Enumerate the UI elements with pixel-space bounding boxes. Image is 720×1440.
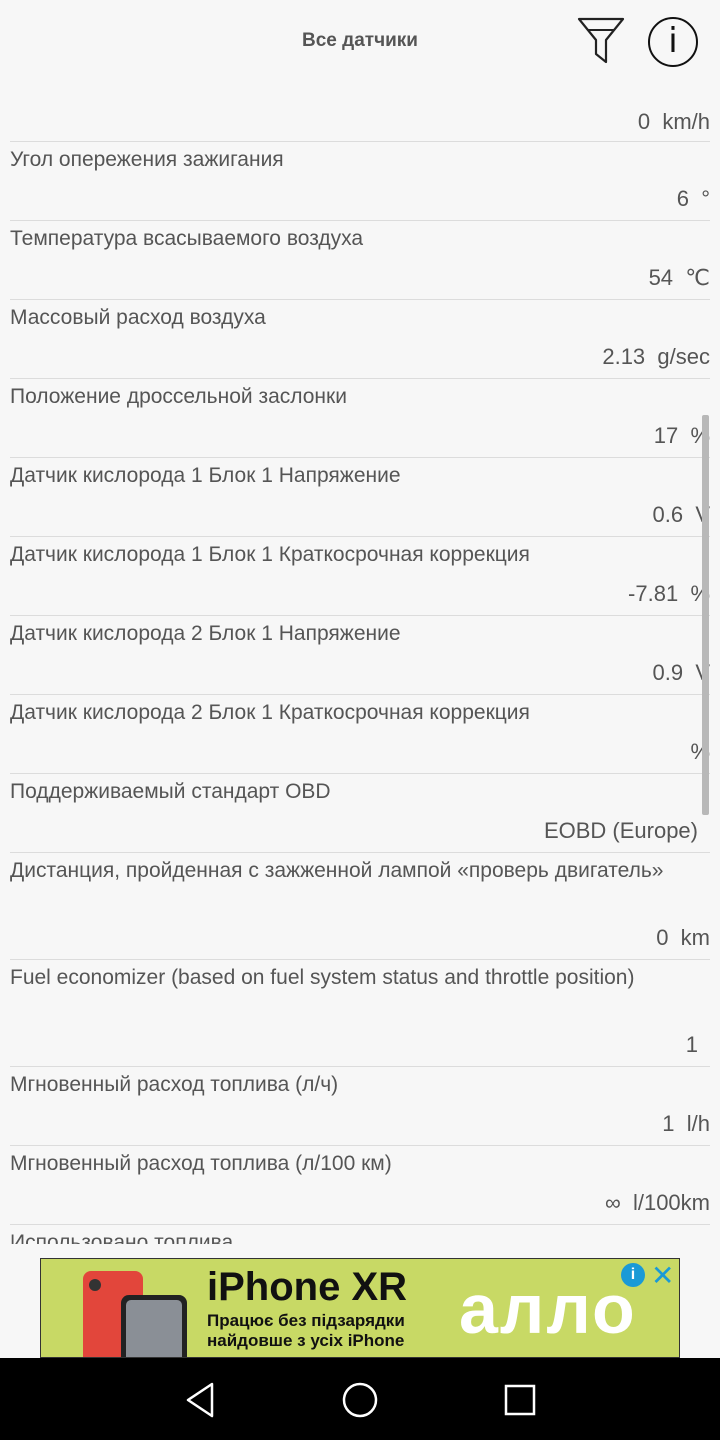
sensor-row[interactable]: Датчик кислорода 1 Блок 1 Напряжение 0.6… <box>10 458 710 537</box>
ad-line-2: найдовше з усіх iPhone <box>207 1331 405 1350</box>
ad-brand-logo: алло <box>459 1270 637 1348</box>
sensor-name: Положение дроссельной заслонки <box>10 385 347 408</box>
scrollbar[interactable] <box>702 415 709 815</box>
sensor-value: 0 km <box>656 925 710 950</box>
sensor-row[interactable]: Мгновенный расход топлива (л/100 км) ∞ l… <box>10 1146 710 1225</box>
sensor-name: Fuel economizer (based on fuel system st… <box>10 966 635 989</box>
sensor-row[interactable]: Положение дроссельной заслонки 17 % <box>10 379 710 458</box>
sensor-name: Датчик кислорода 2 Блок 1 Напряжение <box>10 622 401 645</box>
sensor-list[interactable]: 0 km/h Угол опережения зажигания 6 ° Тем… <box>0 84 720 1244</box>
sensor-value: 2.13 g/sec <box>602 344 710 369</box>
sensor-name: Датчик кислорода 2 Блок 1 Краткосрочная … <box>10 701 530 724</box>
sensor-value: 1 l/h <box>662 1111 710 1136</box>
sensor-value: 1 <box>685 1032 698 1057</box>
sensor-row[interactable]: Угол опережения зажигания 6 ° <box>10 142 710 221</box>
sensor-value: ∞ l/100km <box>605 1190 710 1215</box>
sensor-name: Температура всасываемого воздуха <box>10 227 364 250</box>
recents-icon[interactable] <box>500 1380 540 1420</box>
sensor-name: Угол опережения зажигания <box>10 148 284 171</box>
sensor-name: Мгновенный расход топлива (л/ч) <box>10 1073 339 1096</box>
sensor-value: 54 ℃ <box>648 265 710 290</box>
sensor-name: Дистанция, пройденная с зажженной лампой… <box>10 859 664 882</box>
sensor-name: Массовый расход воздуха <box>10 306 266 329</box>
filter-icon[interactable] <box>575 14 627 66</box>
ad-info-icon[interactable]: i <box>621 1263 645 1287</box>
system-navbar <box>0 1358 720 1440</box>
sensor-value: -7.81 % <box>628 581 710 606</box>
sensor-name: Мгновенный расход топлива (л/100 км) <box>10 1152 392 1175</box>
iphone-image <box>81 1269 191 1357</box>
back-icon[interactable] <box>180 1380 220 1420</box>
sensor-name: Поддерживаемый стандарт OBD <box>10 780 331 803</box>
sensor-row[interactable]: Fuel economizer (based on fuel system st… <box>10 960 710 1067</box>
sensor-row-speed[interactable]: 0 km/h <box>10 84 710 142</box>
sensor-row[interactable]: Датчик кислорода 2 Блок 1 Краткосрочная … <box>10 695 710 774</box>
sensor-value: 0 km/h <box>637 109 710 134</box>
ad-banner[interactable]: iPhone XR Працює без підзарядки найдовше… <box>40 1258 680 1358</box>
sensor-row[interactable]: Датчик кислорода 1 Блок 1 Краткосрочная … <box>10 537 710 616</box>
sensor-row[interactable]: Датчик кислорода 2 Блок 1 Напряжение 0.9… <box>10 616 710 695</box>
sensor-value: EOBD (Europe) <box>543 818 698 843</box>
sensor-row[interactable]: Использовано топлива <box>10 1225 710 1244</box>
ad-headline: iPhone XR <box>207 1265 408 1309</box>
sensor-name: Датчик кислорода 1 Блок 1 Напряжение <box>10 464 401 487</box>
ad-line-1: Працює без підзарядки <box>207 1311 405 1330</box>
sensor-row[interactable]: Мгновенный расход топлива (л/ч) 1 l/h <box>10 1067 710 1146</box>
sensor-value: 6 ° <box>676 186 710 211</box>
app-header: Все датчики i <box>0 0 720 84</box>
sensor-row[interactable]: Массовый расход воздуха 2.13 g/sec <box>10 300 710 379</box>
ad-close-icon[interactable]: ✕ <box>651 1259 674 1292</box>
sensor-name: Использовано топлива <box>10 1231 234 1244</box>
sensor-row[interactable]: Дистанция, пройденная с зажженной лампой… <box>10 853 710 960</box>
sensor-name: Датчик кислорода 1 Блок 1 Краткосрочная … <box>10 543 530 566</box>
sensor-row[interactable]: Поддерживаемый стандарт OBD EOBD (Europe… <box>10 774 710 853</box>
info-icon[interactable]: i <box>648 17 698 67</box>
home-icon[interactable] <box>340 1380 380 1420</box>
sensor-row[interactable]: Температура всасываемого воздуха 54 ℃ <box>10 221 710 300</box>
